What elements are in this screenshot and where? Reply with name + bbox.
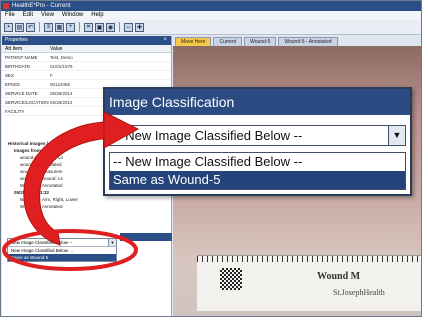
ruler — [197, 256, 421, 262]
property-label: FACILITY — [5, 109, 25, 114]
property-value: 05/28/2014 — [50, 100, 73, 105]
panel-title-bar: Properties × — [2, 36, 171, 45]
menu-window[interactable]: Window — [62, 11, 83, 20]
print-icon[interactable]: ▤ — [15, 22, 24, 32]
property-label: BIRTHDATE — [5, 64, 31, 69]
menu-file[interactable]: File — [5, 11, 15, 20]
save-icon[interactable]: ▪ — [4, 22, 13, 32]
column-header-value: Value — [50, 46, 63, 52]
tree-item[interactable]: Wound-5 - Arm, Right, Lower — [2, 196, 172, 203]
measure-icon[interactable]: ↔ — [124, 22, 133, 32]
tree-item[interactable]: Wound-5 - Annotated — [2, 203, 172, 210]
menu-view[interactable]: View — [41, 11, 54, 20]
classification-selected-value: -- New Image Classified Below -- — [113, 128, 303, 143]
image-icon[interactable]: ▣ — [95, 22, 104, 32]
property-value: 05/28/2014 — [50, 91, 73, 96]
image-classification-callout: Image Classification -- New Image Classi… — [103, 87, 412, 196]
tab-move-here[interactable]: Move Here — [175, 37, 212, 46]
classification-select[interactable]: -- New Image Classified Below -- ▼ — [109, 125, 406, 146]
toolbar-separator — [79, 22, 80, 32]
scale-brand-subtext: St.JosephHealth — [333, 288, 385, 297]
menu-edit[interactable]: Edit — [23, 11, 33, 20]
camera-icon[interactable]: ◉ — [106, 22, 115, 32]
tab-wound-5[interactable]: Wound-5 — [244, 37, 277, 46]
chevron-down-icon[interactable]: ▼ — [388, 126, 405, 145]
scale-brand-text: Wound M — [317, 271, 361, 282]
property-label: EPISID — [5, 82, 20, 87]
property-label: PATIENT NAME — [5, 55, 38, 60]
chevron-down-icon[interactable]: ▼ — [108, 239, 116, 246]
image-tabs: Move Here Current Wound-5 Wound-5 - Anno… — [173, 36, 421, 46]
classification-options: -- New Image Classified Below -- Same as… — [109, 152, 406, 190]
property-value: 00123456 — [50, 82, 71, 87]
column-header-item: Att Item — [5, 46, 23, 52]
properties-header: Att Item Value — [2, 45, 171, 53]
app-icon — [3, 3, 9, 9]
panel-title: Properties — [5, 37, 28, 43]
classification-dropdown-small[interactable]: New Image Classified Below -- ▼ New Imag… — [7, 238, 117, 262]
scale-card: Wound M St.JosephHealth — [197, 255, 421, 311]
property-row: SEX F — [2, 71, 171, 80]
dropdown-option-selected[interactable]: Same as Wound-5 — [8, 254, 116, 261]
undo-icon[interactable]: ↶ — [26, 22, 35, 32]
classification-option-selected[interactable]: Same as Wound-5 — [110, 171, 405, 189]
property-row: PATIENT NAME Test, Demo — [2, 53, 171, 62]
classification-option[interactable]: -- New Image Classified Below -- — [110, 153, 405, 171]
toolbar-separator — [39, 22, 40, 32]
dropdown-value[interactable]: New Image Classified Below -- ▼ — [8, 239, 116, 247]
tab-current[interactable]: Current — [213, 37, 243, 46]
property-label: SERVICE DATE — [5, 91, 38, 96]
menu-help[interactable]: Help — [91, 11, 103, 20]
property-value: Test, Demo — [50, 55, 73, 60]
property-label: SERVICE/LOCATION — [5, 100, 49, 105]
close-icon[interactable]: × — [163, 36, 167, 45]
callout-title: Image Classification — [105, 89, 410, 115]
zoom-icon[interactable]: + — [66, 22, 75, 32]
crop-icon[interactable]: ⌗ — [84, 22, 93, 32]
property-row: BIRTHDATE 01/01/1975 — [2, 62, 171, 71]
property-label: SEX — [5, 73, 15, 78]
tab-wound-5-annotated[interactable]: Wound-5 - Annotated — [278, 37, 338, 46]
grid-icon[interactable]: ▦ — [55, 22, 64, 32]
toolbar-separator — [119, 22, 120, 32]
toolbar: ▪ ▤ ↶ ≡ ▦ + ⌗ ▣ ◉ ↔ ✚ — [1, 20, 421, 35]
menu-bar: File Edit View Window Help — [1, 11, 421, 20]
title-bar: HealthE*Pro - Current — [1, 1, 421, 11]
qr-code-icon — [220, 268, 242, 290]
dropdown-option[interactable]: New Image Classified Below ... — [8, 247, 116, 254]
wound-icon[interactable]: ✚ — [135, 22, 144, 32]
property-value: 01/01/1975 — [50, 64, 73, 69]
list-icon[interactable]: ≡ — [44, 22, 53, 32]
dropdown-value-text: New Image Classified Below -- — [11, 240, 73, 245]
window-title: HealthE*Pro - Current — [12, 3, 71, 9]
panel-title-bar — [120, 233, 172, 241]
property-value: F — [50, 73, 53, 78]
